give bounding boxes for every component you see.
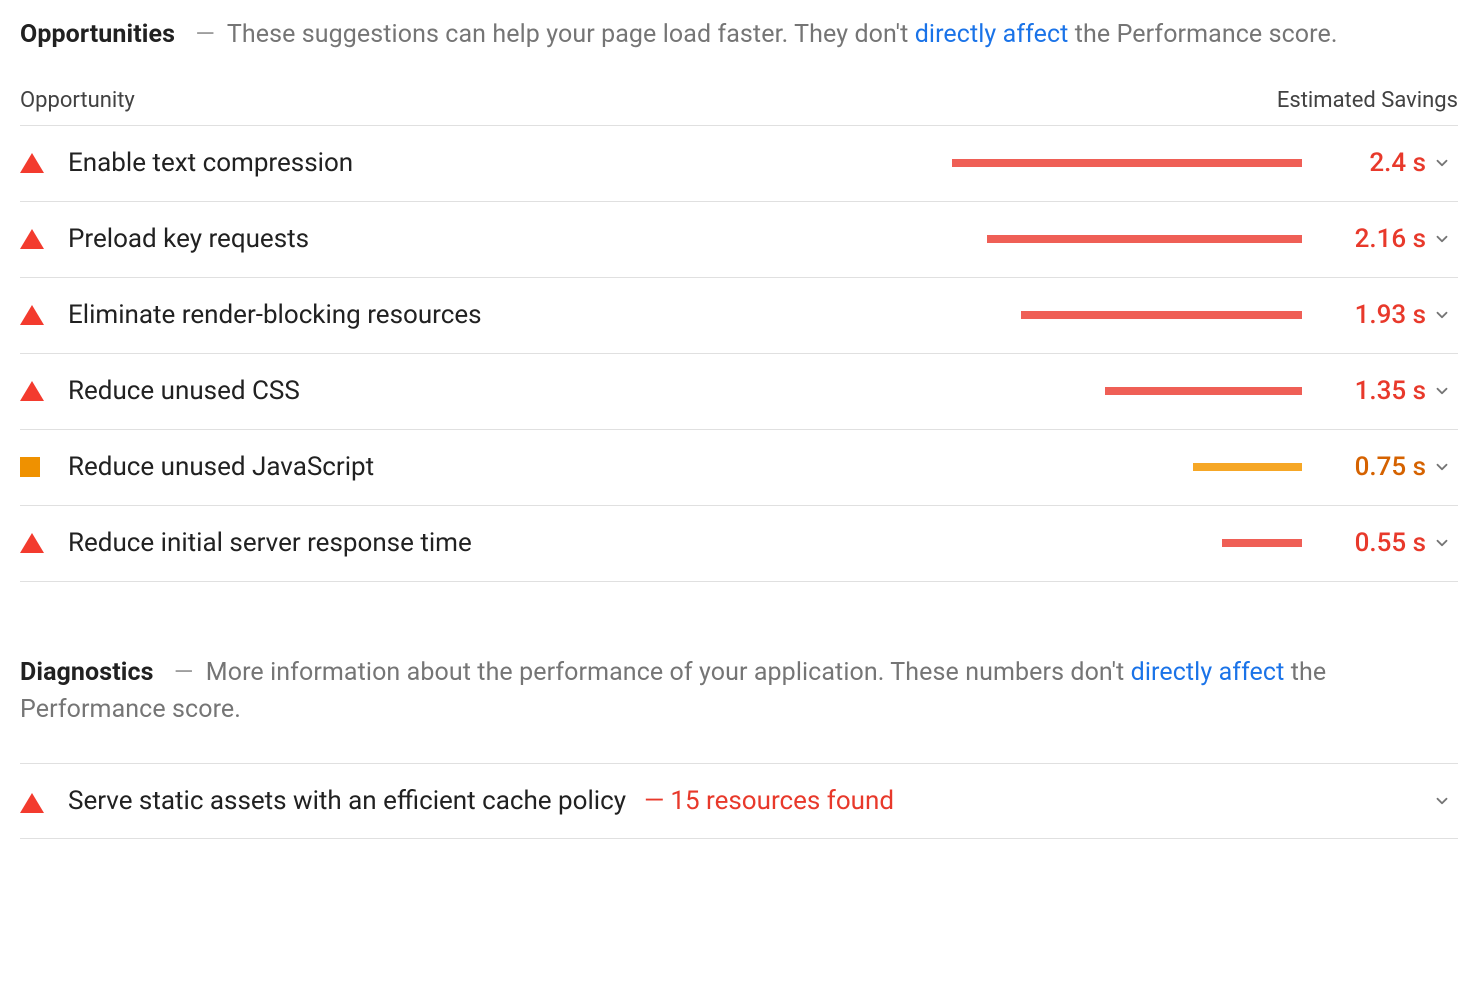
savings-bar-track <box>952 387 1302 395</box>
savings-value: 2.16 s <box>1330 224 1426 254</box>
chevron-down-icon[interactable] <box>1426 792 1458 810</box>
opportunity-label: Preload key requests <box>68 224 309 254</box>
opportunity-row[interactable]: Reduce unused CSS 1.35 s <box>20 354 1458 430</box>
opportunity-row[interactable]: Reduce unused JavaScript 0.75 s <box>20 430 1458 506</box>
chevron-down-icon[interactable] <box>1426 306 1458 324</box>
triangle-fail-icon <box>20 305 44 325</box>
opportunity-row[interactable]: Reduce initial server response time 0.55 … <box>20 506 1458 582</box>
triangle-fail-icon <box>20 793 44 813</box>
opportunity-row[interactable]: Eliminate render-blocking resources 1.93 … <box>20 278 1458 354</box>
header-estimated-savings: Estimated Savings <box>1277 88 1458 113</box>
section-dash: — <box>174 658 194 687</box>
opportunity-label: Enable text compression <box>68 148 353 178</box>
opportunity-row[interactable]: Preload key requests 2.16 s <box>20 202 1458 278</box>
savings-bar <box>1193 463 1302 471</box>
chevron-down-icon[interactable] <box>1426 458 1458 476</box>
diagnostics-title: Diagnostics <box>20 658 154 687</box>
section-dash: — <box>195 20 215 49</box>
diagnostics-header: Diagnostics — More information about the… <box>20 654 1458 729</box>
diagnostics-description: More information about the performance o… <box>20 658 1326 725</box>
savings-value: 0.55 s <box>1330 528 1426 558</box>
savings-value: 2.4 s <box>1330 148 1426 178</box>
opportunity-label: Reduce unused CSS <box>68 376 300 406</box>
savings-value: 0.75 s <box>1330 452 1426 482</box>
triangle-fail-icon <box>20 229 44 249</box>
square-warn-icon <box>20 457 40 477</box>
opportunity-row[interactable]: Enable text compression 2.4 s <box>20 126 1458 202</box>
savings-bar-track <box>952 539 1302 547</box>
opportunity-label: Eliminate render-blocking resources <box>68 300 482 330</box>
savings-bar <box>1105 387 1302 395</box>
savings-bar <box>987 235 1302 243</box>
chevron-down-icon[interactable] <box>1426 534 1458 552</box>
savings-bar <box>1021 311 1302 319</box>
opportunities-header: Opportunities — These suggestions can he… <box>20 16 1458 54</box>
triangle-fail-icon <box>20 153 44 173</box>
diagnostic-extra: —15 resources found <box>644 786 894 816</box>
chevron-down-icon[interactable] <box>1426 154 1458 172</box>
triangle-fail-icon <box>20 381 44 401</box>
savings-value: 1.93 s <box>1330 300 1426 330</box>
opportunities-description: These suggestions can help your page loa… <box>227 20 1338 49</box>
opportunities-table-header: Opportunity Estimated Savings <box>20 88 1458 126</box>
opportunities-title: Opportunities <box>20 20 175 49</box>
triangle-fail-icon <box>20 533 44 553</box>
savings-bar-track <box>952 159 1302 167</box>
chevron-down-icon[interactable] <box>1426 382 1458 400</box>
opportunity-label: Reduce unused JavaScript <box>68 452 374 482</box>
savings-bar-track <box>952 311 1302 319</box>
directly-affect-link[interactable]: directly affect <box>1131 658 1285 687</box>
header-opportunity: Opportunity <box>20 88 135 113</box>
savings-value: 1.35 s <box>1330 376 1426 406</box>
savings-bar <box>1222 539 1302 547</box>
savings-bar <box>952 159 1302 167</box>
diagnostic-label: Serve static assets with an efficient ca… <box>68 786 626 816</box>
chevron-down-icon[interactable] <box>1426 230 1458 248</box>
opportunity-label: Reduce initial server response time <box>68 528 472 558</box>
savings-bar-track <box>952 463 1302 471</box>
savings-bar-track <box>952 235 1302 243</box>
directly-affect-link[interactable]: directly affect <box>915 20 1069 49</box>
diagnostic-row[interactable]: Serve static assets with an efficient ca… <box>20 763 1458 839</box>
